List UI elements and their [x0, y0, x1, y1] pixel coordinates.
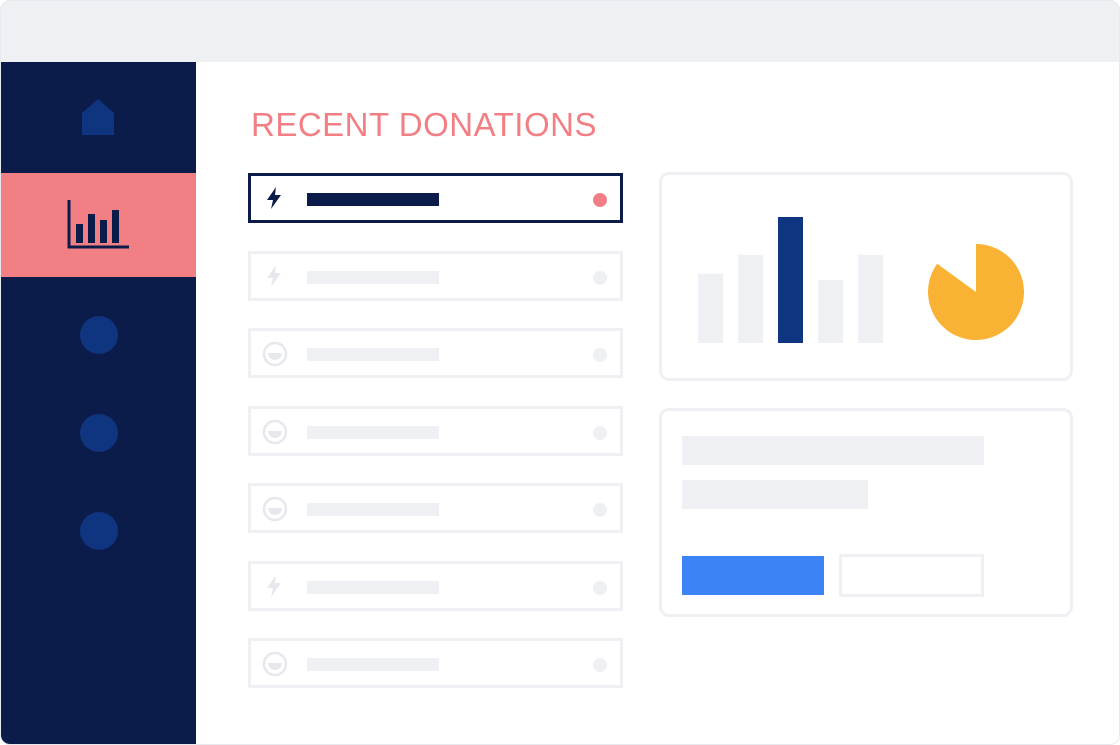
sidebar-item-circle[interactable] — [80, 316, 118, 354]
chart-bar — [858, 254, 883, 343]
sidebar-item-circle[interactable] — [80, 512, 118, 550]
status-dot — [593, 348, 607, 362]
status-dot — [593, 580, 607, 595]
coin-icon — [262, 419, 288, 444]
sidebar-item-reports[interactable] — [1, 173, 196, 277]
donation-placeholder-text — [307, 425, 439, 439]
bar-chart-icon — [67, 200, 129, 249]
coin-icon — [262, 341, 288, 367]
donation-row[interactable] — [248, 173, 623, 223]
lightning-icon — [262, 574, 286, 598]
chart-bar — [738, 254, 763, 343]
placeholder-line — [682, 480, 868, 509]
main-content: RECENT DONATIONS — [197, 62, 1119, 744]
status-dot — [593, 193, 607, 207]
donation-row[interactable] — [248, 405, 623, 456]
donation-placeholder-text — [307, 503, 439, 516]
title-bar — [1, 1, 1119, 62]
donation-row[interactable] — [248, 483, 623, 533]
lightning-icon — [262, 264, 286, 288]
donation-placeholder-text — [307, 580, 439, 594]
primary-button[interactable] — [682, 556, 824, 595]
donation-row[interactable] — [248, 328, 623, 378]
chart-bar — [778, 217, 803, 343]
status-dot — [593, 503, 607, 517]
placeholder-line — [682, 436, 984, 465]
status-dot — [593, 658, 607, 672]
chart-bar — [698, 273, 723, 343]
donation-row[interactable] — [248, 250, 623, 301]
page-title: RECENT DONATIONS — [251, 106, 597, 143]
detail-card — [659, 408, 1073, 617]
donation-placeholder-text — [307, 193, 439, 206]
donation-placeholder-text — [307, 270, 439, 284]
coin-icon — [262, 496, 288, 522]
coin-icon — [262, 651, 288, 677]
donation-row[interactable] — [248, 638, 623, 688]
sidebar — [1, 62, 196, 744]
sidebar-item-circle[interactable] — [80, 414, 118, 452]
status-dot — [593, 270, 607, 285]
summary-chart-card — [659, 172, 1073, 381]
chart-bar — [818, 280, 843, 343]
secondary-button[interactable] — [839, 554, 984, 597]
lightning-icon — [262, 186, 286, 210]
donation-row[interactable] — [248, 560, 623, 611]
home-icon — [82, 99, 114, 135]
pie-slice — [928, 244, 1025, 340]
donation-placeholder-text — [307, 658, 439, 671]
sidebar-item-home[interactable] — [1, 97, 196, 137]
summary-chart — [698, 217, 1025, 343]
donation-placeholder-text — [307, 348, 439, 361]
status-dot — [593, 425, 607, 440]
app-window: RECENT DONATIONS — [0, 0, 1120, 745]
